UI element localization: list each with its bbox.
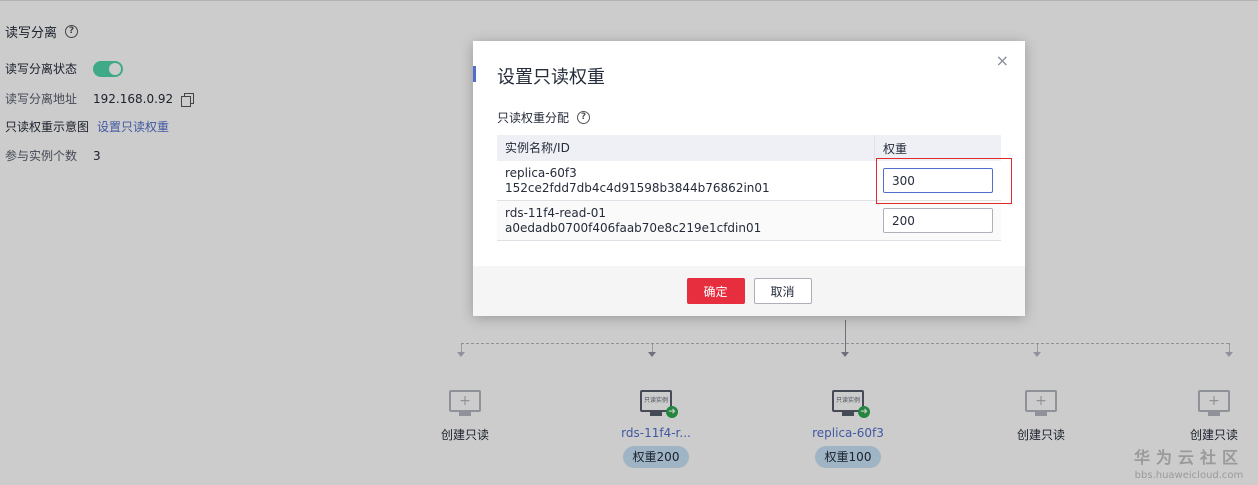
instance-name: replica-60f3: [505, 165, 577, 180]
instance-name: rds-11f4-read-01: [505, 205, 607, 220]
dialog-title: 设置只读权重: [497, 67, 605, 88]
cancel-button[interactable]: 取消: [753, 278, 812, 304]
watermark: 华为云社区 bbs.huaweicloud.com: [1134, 444, 1244, 481]
column-header-name: 实例名称/ID: [497, 135, 875, 161]
column-header-weight: 权重: [883, 141, 908, 156]
weight-allocation-label: 只读权重分配 ?: [497, 109, 591, 126]
close-icon[interactable]: ×: [996, 51, 1009, 70]
highlight-annotation: [876, 158, 1012, 204]
weight-input[interactable]: [883, 208, 993, 233]
watermark-url: bbs.huaweicloud.com: [1134, 470, 1244, 481]
instance-cell: rds-11f4-read-01 a0edadb0700f406faab70e8…: [497, 206, 875, 236]
table-row: rds-11f4-read-01 a0edadb0700f406faab70e8…: [497, 201, 1001, 241]
instance-id: 152ce2fdd7db4c4d91598b3844b76862in01: [505, 180, 770, 195]
weight-cell: [875, 208, 1001, 233]
instance-id: a0edadb0700f406faab70e8c219e1cfdin01: [505, 220, 762, 235]
help-icon[interactable]: ?: [577, 111, 591, 124]
confirm-button[interactable]: 确定: [686, 278, 745, 304]
watermark-title: 华为云社区: [1133, 448, 1244, 467]
set-weight-dialog: 设置只读权重 × 只读权重分配 ? 实例名称/ID 权重 replica-60f…: [473, 41, 1025, 316]
dialog-footer: 确定 取消: [473, 266, 1025, 316]
title-accent-bar: [473, 66, 476, 82]
instance-cell: replica-60f3 152ce2fdd7db4c4d91598b3844b…: [497, 166, 875, 196]
